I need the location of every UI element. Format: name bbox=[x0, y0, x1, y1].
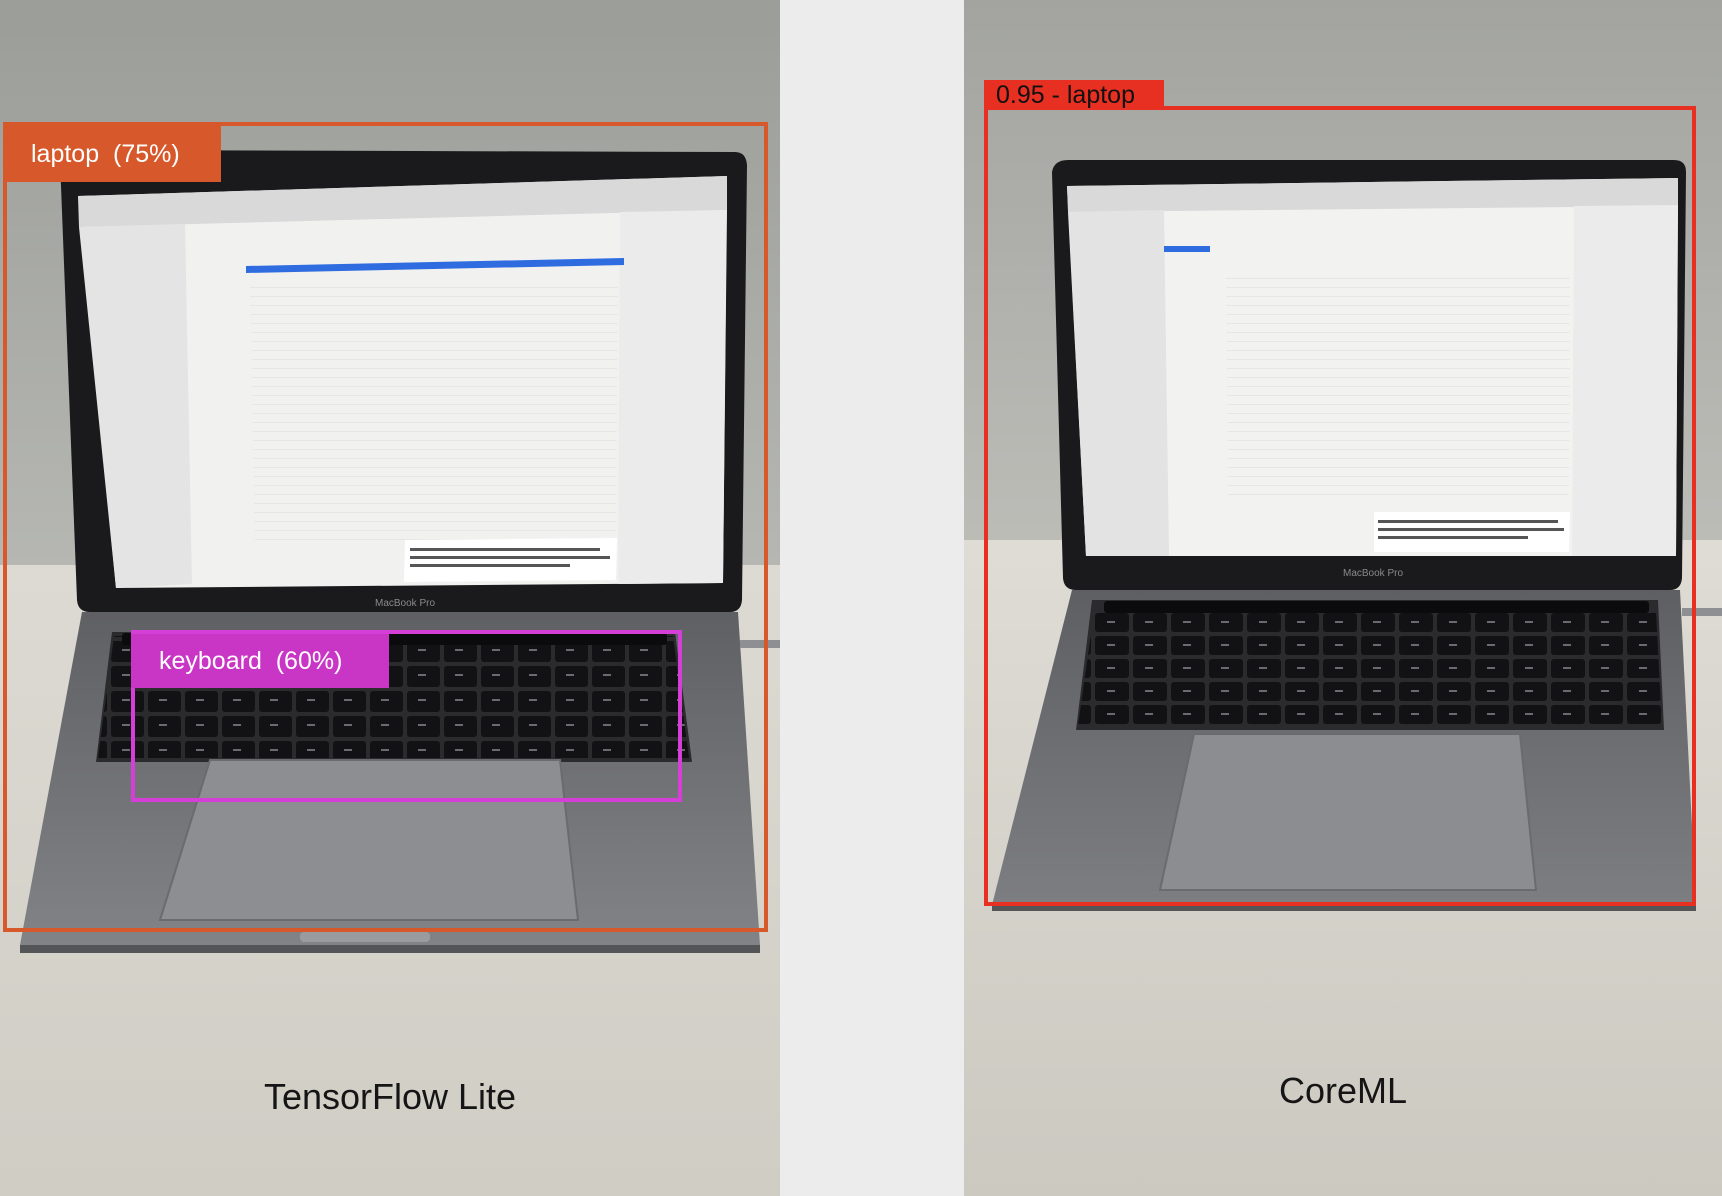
laptop-front-edge bbox=[20, 945, 760, 953]
coreml-panel: MacBook Pro 0.95 - laptop CoreML bbox=[964, 0, 1722, 1196]
tensorflow-lite-panel: MacBook Pro laptop (75%) keyboard (60%) … bbox=[0, 0, 780, 1196]
laptop-detection-label: laptop (75%) bbox=[3, 126, 221, 182]
keyboard-detection-label: keyboard (60%) bbox=[131, 634, 389, 688]
laptop-hinge-notch bbox=[300, 932, 430, 942]
laptop-detection-box bbox=[984, 106, 1696, 906]
tensorflow-lite-caption: TensorFlow Lite bbox=[263, 1076, 517, 1117]
laptop-detection-label: 0.95 - laptop bbox=[984, 80, 1164, 110]
laptop-detection-box bbox=[3, 122, 768, 932]
coreml-caption: CoreML bbox=[1278, 1070, 1408, 1111]
